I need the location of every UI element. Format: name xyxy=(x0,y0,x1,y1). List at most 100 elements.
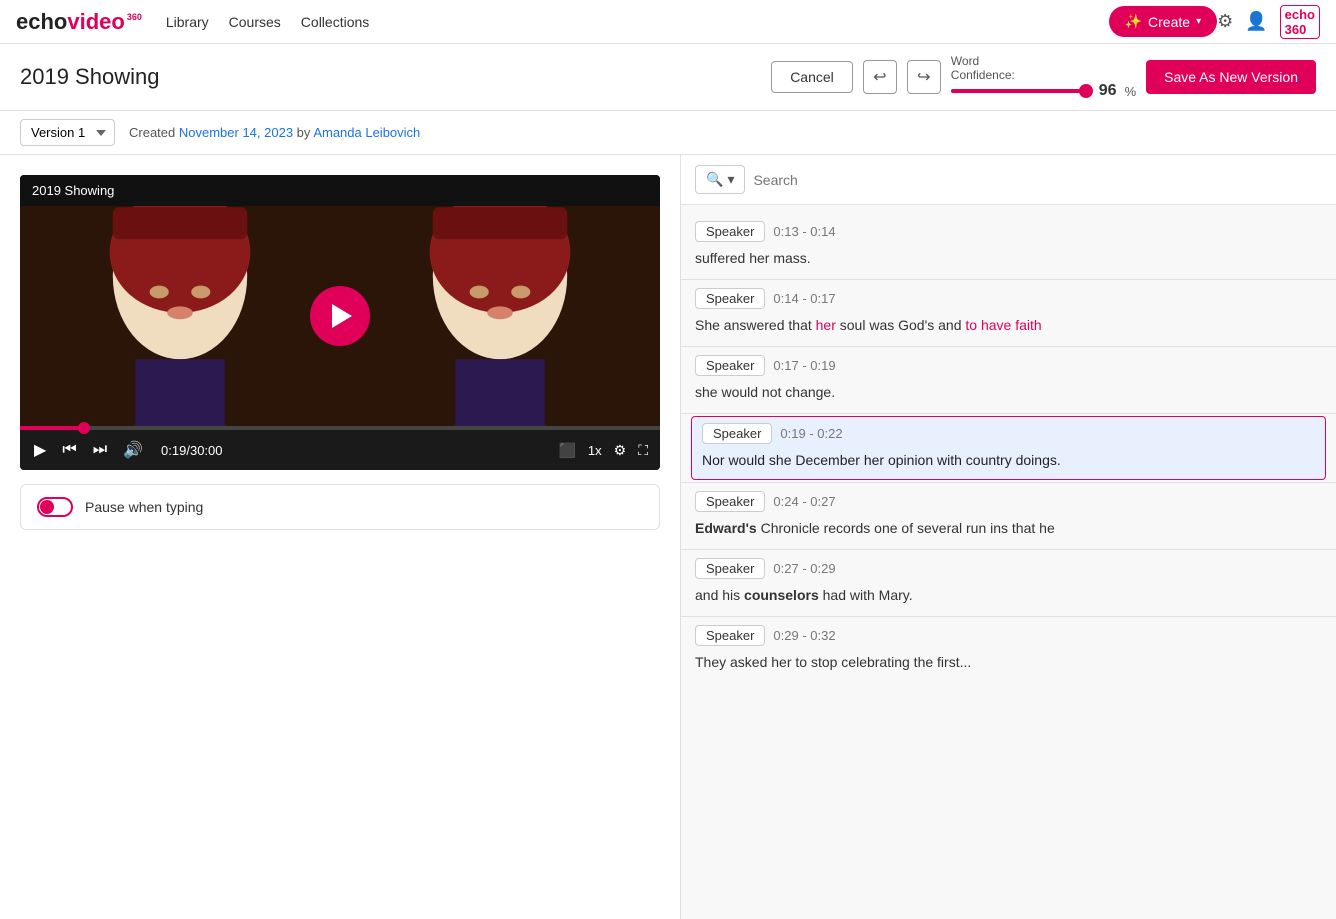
transcript-panel: 🔍 ▾ Speaker 0:13 - 0:14 suffered her mas… xyxy=(680,155,1336,919)
fast-forward-button[interactable]: ⏭ xyxy=(91,439,109,461)
nav-collections[interactable]: Collections xyxy=(301,14,369,30)
confidence-pct: % xyxy=(1125,84,1137,99)
play-button[interactable] xyxy=(310,286,370,346)
speaker-tag-1[interactable]: Speaker xyxy=(695,221,765,242)
transcript-text-6[interactable]: and his counselors had with Mary. xyxy=(695,583,1322,608)
left-panel: 2019 Showing COLLEGE xyxy=(0,155,680,919)
search-bar: 🔍 ▾ xyxy=(681,155,1336,205)
pause-label: Pause when typing xyxy=(85,499,203,515)
toolbar-right: Cancel ↩ ↪ Word Confidence: 96 % Save As… xyxy=(771,54,1316,100)
speaker-time-row-5: Speaker 0:24 - 0:27 xyxy=(695,491,1322,512)
time-range-6: 0:27 - 0:29 xyxy=(773,561,835,576)
version-select[interactable]: Version 1 xyxy=(20,119,115,146)
speaker-time-row-7: Speaker 0:29 - 0:32 xyxy=(695,625,1322,646)
pause-toggle-row: Pause when typing xyxy=(20,484,660,530)
main-layout: 2019 Showing COLLEGE xyxy=(0,155,1336,919)
progress-dot xyxy=(78,422,90,434)
nav-courses[interactable]: Courses xyxy=(229,14,281,30)
transcript-text-1[interactable]: suffered her mass. xyxy=(695,246,1322,271)
search-chevron-icon: ▾ xyxy=(727,171,734,188)
volume-button[interactable]: 🔊 xyxy=(121,438,145,462)
video-preview[interactable]: COLLEGE COLLEGE xyxy=(20,206,660,426)
transcript-entry-3: Speaker 0:17 - 0:19 she would not change… xyxy=(681,349,1336,411)
transcript-text-4-active[interactable]: Nor would she December her opinion with … xyxy=(702,448,1315,473)
transcript-entry-5: Speaker 0:24 - 0:27 Edward's Chronicle r… xyxy=(681,485,1336,547)
create-button[interactable]: ✨ Create ▾ xyxy=(1109,6,1218,37)
transcript-entry-1: Speaker 0:13 - 0:14 suffered her mass. xyxy=(681,215,1336,277)
speed-button[interactable]: 1x xyxy=(588,443,602,458)
transcript-entry-2: Speaker 0:14 - 0:17 She answered that he… xyxy=(681,282,1336,344)
thumbnail-right: COLLEGE xyxy=(340,206,660,426)
play-icon xyxy=(332,304,352,328)
transcript-entry-7: Speaker 0:29 - 0:32 They asked her to st… xyxy=(681,619,1336,681)
confidence-track xyxy=(951,89,1091,93)
version-author[interactable]: Amanda Leibovich xyxy=(313,125,420,140)
fullscreen-button[interactable]: ⛶ xyxy=(638,442,648,459)
cancel-button[interactable]: Cancel xyxy=(771,61,853,93)
transcript-text-7[interactable]: They asked her to stop celebrating the f… xyxy=(695,650,1322,675)
transcript-body: Speaker 0:13 - 0:14 suffered her mass. S… xyxy=(681,205,1336,919)
toggle-knob xyxy=(40,500,54,514)
time-range-1: 0:13 - 0:14 xyxy=(773,224,835,239)
save-as-new-version-button[interactable]: Save As New Version xyxy=(1146,60,1316,94)
speaker-tag-4[interactable]: Speaker xyxy=(702,423,772,444)
user-icon[interactable]: 👤 xyxy=(1245,11,1267,32)
search-icon: 🔍 xyxy=(706,171,723,188)
video-title: 2019 Showing xyxy=(32,183,114,198)
by-text: by xyxy=(293,125,313,140)
video-controls: ▶ ⏮ ⏭ 🔊 0:19/30:00 ⬛ 1x ⚙ ⛶ xyxy=(20,430,660,470)
word-confidence-label: Word Confidence: xyxy=(951,54,1015,82)
time-range-5: 0:24 - 0:27 xyxy=(773,494,835,509)
speaker-tag-7[interactable]: Speaker xyxy=(695,625,765,646)
video-title-bar: 2019 Showing xyxy=(20,175,660,206)
rewind-button[interactable]: ⏮ xyxy=(60,439,78,461)
speaker-time-row-3: Speaker 0:17 - 0:19 xyxy=(695,355,1322,376)
version-meta: Created November 14, 2023 by Amanda Leib… xyxy=(129,125,420,140)
controls-right: ⬛ 1x ⚙ ⛶ xyxy=(558,442,648,459)
time-range-2: 0:14 - 0:17 xyxy=(773,291,835,306)
created-text: Created xyxy=(129,125,179,140)
top-nav: echovideo360 Library Courses Collections… xyxy=(0,0,1336,44)
transcript-text-5[interactable]: Edward's Chronicle records one of severa… xyxy=(695,516,1322,541)
nav-library[interactable]: Library xyxy=(166,14,209,30)
speaker-tag-3[interactable]: Speaker xyxy=(695,355,765,376)
confidence-fill xyxy=(951,89,1085,93)
redo-button[interactable]: ↪ xyxy=(907,60,941,94)
search-input[interactable] xyxy=(753,172,1322,188)
logo[interactable]: echovideo360 xyxy=(16,9,142,35)
confidence-value: 96 xyxy=(1099,82,1117,100)
speaker-tag-6[interactable]: Speaker xyxy=(695,558,765,579)
redo-icon: ↪ xyxy=(917,67,930,87)
logo-video: video xyxy=(67,9,124,35)
time-range-3: 0:17 - 0:19 xyxy=(773,358,835,373)
version-row: Version 1 Created November 14, 2023 by A… xyxy=(0,111,1336,155)
nav-links: Library Courses Collections xyxy=(166,14,1109,30)
confidence-dot xyxy=(1079,84,1093,98)
search-mode-button[interactable]: 🔍 ▾ xyxy=(695,165,745,194)
create-label: Create xyxy=(1148,14,1190,30)
logo-badge: 360 xyxy=(127,13,142,22)
speaker-time-row-1: Speaker 0:13 - 0:14 xyxy=(695,221,1322,242)
thumbnail-left: COLLEGE xyxy=(20,206,340,426)
settings-video-button[interactable]: ⚙ xyxy=(614,442,627,459)
transcript-text-2[interactable]: She answered that her soul was God's and… xyxy=(695,313,1322,338)
play-pause-button[interactable]: ▶ xyxy=(32,438,48,462)
pause-toggle[interactable] xyxy=(37,497,73,517)
version-date[interactable]: November 14, 2023 xyxy=(179,125,293,140)
transcript-entry-6: Speaker 0:27 - 0:29 and his counselors h… xyxy=(681,552,1336,614)
speaker-tag-5[interactable]: Speaker xyxy=(695,491,765,512)
video-progress[interactable] xyxy=(20,426,660,430)
subtitles-button[interactable]: ⬛ xyxy=(558,442,575,459)
transcript-text-3[interactable]: she would not change. xyxy=(695,380,1322,405)
page-title: 2019 Showing xyxy=(20,64,771,90)
undo-icon: ↩ xyxy=(873,67,886,87)
transcript-entry-4-active: Speaker 0:19 - 0:22 Nor would she Decemb… xyxy=(691,416,1326,480)
undo-button[interactable]: ↩ xyxy=(863,60,897,94)
speaker-time-row-2: Speaker 0:14 - 0:17 xyxy=(695,288,1322,309)
speaker-tag-2[interactable]: Speaker xyxy=(695,288,765,309)
nav-right: ⚙ 👤 echo360 xyxy=(1217,5,1320,39)
create-icon: ✨ xyxy=(1125,13,1142,30)
logo-echo: echo xyxy=(16,9,67,35)
settings-icon[interactable]: ⚙ xyxy=(1217,11,1233,32)
word-confidence: Word Confidence: 96 % xyxy=(951,54,1136,100)
